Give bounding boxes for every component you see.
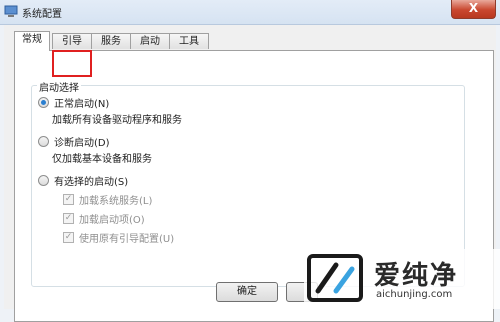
use-original-boot-config-label: 使用原有引导配置(U) (79, 234, 175, 245)
tab-tools[interactable]: 工具 (169, 33, 209, 49)
checkmark-icon: ✓ (63, 232, 74, 243)
tab-services[interactable]: 服务 (91, 33, 131, 49)
normal-startup-description: 加载所有设备驱动程序和服务 (52, 115, 182, 126)
boot-tab-highlight (52, 50, 92, 77)
watermark-title: 爱纯净 (374, 261, 459, 291)
selective-startup-label: 有选择的启动(S) (54, 177, 129, 188)
load-system-services-checkbox[interactable]: ✓ 加载系统服务(L) (63, 192, 152, 207)
watermark: 爱纯净 aichunjing.com (304, 249, 500, 309)
checkmark-icon: ✓ (63, 194, 74, 205)
window-title: 系统配置 (22, 9, 62, 20)
diagnostic-startup-description: 仅加载基本设备和服务 (52, 154, 152, 165)
diagnostic-startup-label: 诊断启动(D) (54, 138, 110, 149)
tab-boot[interactable]: 引导 (52, 33, 92, 49)
close-button[interactable]: X (451, 0, 496, 19)
radio-unselected-icon (38, 136, 49, 147)
radio-unselected-icon (38, 175, 49, 186)
startup-selection-legend: 启动选择 (37, 79, 81, 94)
title-bar: 系统配置 X (0, 0, 500, 25)
load-startup-items-label: 加载启动项(O) (79, 215, 145, 226)
tab-startup[interactable]: 启动 (130, 33, 170, 49)
system-config-icon (4, 5, 18, 17)
watermark-url: aichunjing.com (376, 289, 453, 300)
use-original-boot-config-checkbox[interactable]: ✓ 使用原有引导配置(U) (63, 230, 174, 245)
normal-startup-label: 正常启动(N) (54, 99, 110, 110)
radio-selected-icon (38, 97, 49, 108)
diagnostic-startup-radio[interactable]: 诊断启动(D) (38, 134, 110, 149)
checkmark-icon: ✓ (63, 213, 74, 224)
ok-button[interactable]: 确定 (216, 282, 278, 302)
load-system-services-label: 加载系统服务(L) (79, 196, 153, 207)
normal-startup-radio[interactable]: 正常启动(N) (38, 95, 109, 110)
load-startup-items-checkbox[interactable]: ✓ 加载启动项(O) (63, 211, 145, 226)
selective-startup-radio[interactable]: 有选择的启动(S) (38, 173, 128, 188)
tab-general[interactable]: 常规 (14, 31, 50, 51)
watermark-logo-icon (307, 254, 363, 302)
